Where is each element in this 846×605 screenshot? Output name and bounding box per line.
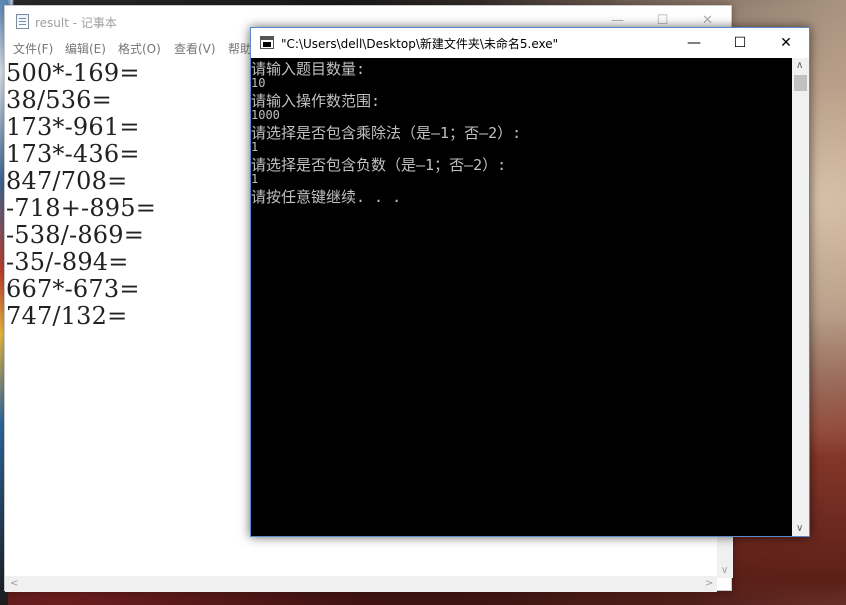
text-line: 38/536= <box>6 86 112 114</box>
console-line: 1 <box>251 140 259 154</box>
menu-edit[interactable]: 编辑(E) <box>65 40 106 57</box>
text-line: 667*-673= <box>6 275 140 303</box>
menu-format[interactable]: 格式(O) <box>118 40 161 57</box>
text-line: 747/132= <box>6 302 128 330</box>
notepad-app-icon <box>16 14 29 29</box>
notepad-title: result - 记事本 <box>35 16 117 30</box>
scroll-left-icon[interactable]: < <box>10 578 18 589</box>
text-line: 847/708= <box>6 167 128 195</box>
menu-view[interactable]: 查看(V) <box>174 40 216 57</box>
text-line: 500*-169= <box>6 59 140 87</box>
console-line: 请选择是否包含负数（是—1；否—2）: <box>251 156 507 174</box>
console-output[interactable]: 请输入题目数量: 10 请输入操作数范围: 1000 请选择是否包含乘除法（是—… <box>251 58 792 536</box>
console-line: 请选择是否包含乘除法（是—1；否—2）: <box>251 124 522 142</box>
scroll-right-icon[interactable]: > <box>705 578 713 589</box>
scroll-up-icon[interactable]: ∧ <box>796 60 803 71</box>
notepad-horizontal-scrollbar[interactable]: < > <box>5 576 717 592</box>
text-line: -718+-895= <box>6 194 157 222</box>
console-line: 请输入题目数量: <box>251 60 366 78</box>
minimize-icon[interactable]: — <box>671 28 717 58</box>
console-vertical-scrollbar[interactable]: ∧ ∨ <box>792 58 809 536</box>
console-line: 1 <box>251 172 259 186</box>
console-title-bar[interactable]: "C:\Users\dell\Desktop\新建文件夹\未命名5.exe" —… <box>251 28 809 58</box>
maximize-icon[interactable]: ☐ <box>717 28 763 58</box>
text-line: 173*-436= <box>6 140 140 168</box>
menu-help[interactable]: 帮助 <box>228 40 252 57</box>
scroll-down-icon[interactable]: ∨ <box>796 523 803 534</box>
console-app-icon <box>260 36 274 49</box>
console-title: "C:\Users\dell\Desktop\新建文件夹\未命名5.exe" <box>281 37 559 51</box>
menu-file[interactable]: 文件(F) <box>13 40 53 57</box>
console-line: 10 <box>251 76 266 90</box>
scrollbar-thumb[interactable] <box>794 75 807 91</box>
text-line: 173*-961= <box>6 113 140 141</box>
text-line: -538/-869= <box>6 221 145 249</box>
console-line: 请按任意键继续. . . <box>251 188 402 206</box>
close-icon[interactable]: ✕ <box>763 28 809 58</box>
console-window: "C:\Users\dell\Desktop\新建文件夹\未命名5.exe" —… <box>250 27 810 537</box>
scroll-down-icon[interactable]: ∨ <box>721 565 728 576</box>
console-line: 1000 <box>251 108 280 122</box>
text-line: -35/-894= <box>6 248 129 276</box>
